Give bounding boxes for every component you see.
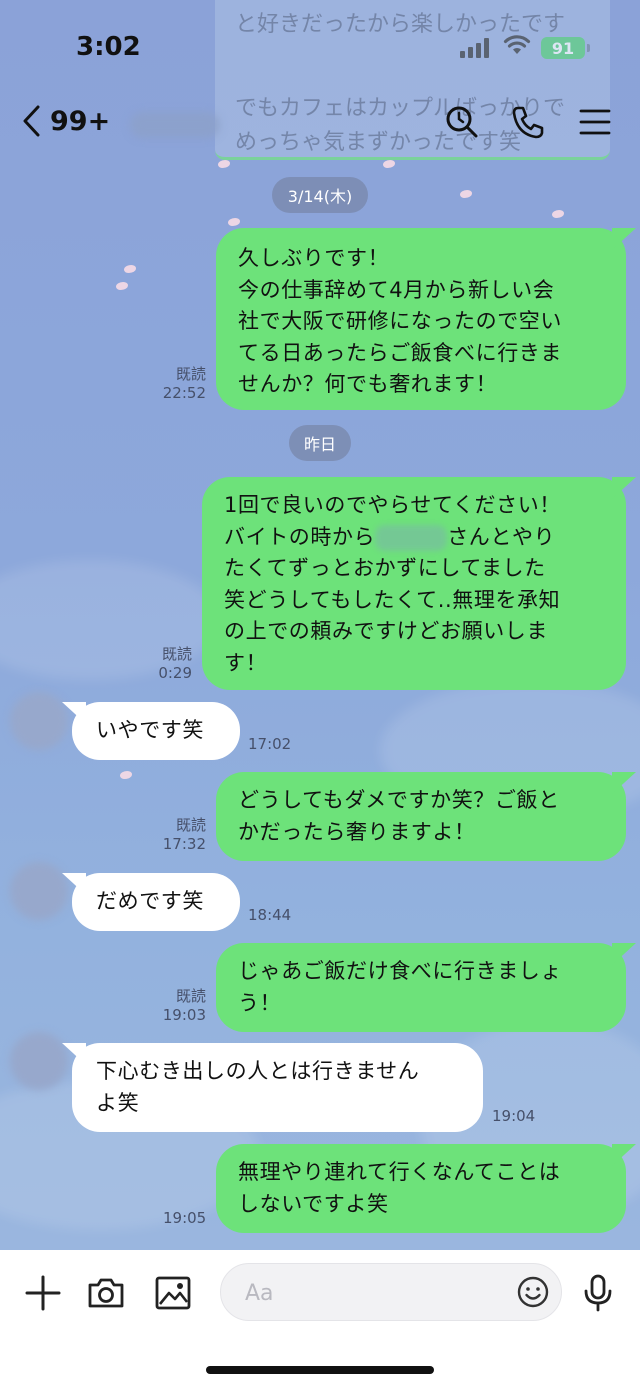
message-time: 17:32 — [162, 835, 206, 853]
emoji-icon[interactable] — [516, 1275, 550, 1309]
message-line: 1回で良いのでやらせてください！ — [224, 493, 561, 517]
message-line: てる日あったらご飯食べに行きま — [238, 340, 562, 365]
message-time: 18:44 — [248, 906, 292, 924]
camera-icon[interactable] — [85, 1272, 127, 1314]
message-line: かだったら奢りますよ！ — [238, 819, 476, 844]
incoming-message[interactable]: だめです笑 — [72, 873, 240, 931]
chevron-left-icon — [23, 105, 40, 137]
outgoing-message[interactable]: じゃあご飯だけ食べに行きましょ う！ — [216, 943, 626, 1032]
message-time: 19:04 — [492, 1107, 536, 1125]
read-receipt: 既読 — [175, 816, 206, 834]
message-text: さんとやり — [447, 524, 556, 549]
message-line: よ笑 — [96, 1090, 140, 1115]
phone-icon[interactable] — [508, 102, 548, 142]
image-icon[interactable] — [152, 1272, 194, 1314]
message-time: 0:29 — [158, 664, 192, 682]
plus-icon[interactable] — [22, 1272, 64, 1314]
outgoing-message[interactable]: どうしてもダメですか笑？ご飯と かだったら奢りますよ！ — [216, 772, 626, 861]
outgoing-message[interactable]: 1回で良いのでやらせてください！ バイトの時から さんとやり たくてずっとおかずに… — [202, 477, 626, 690]
message-input[interactable] — [245, 1278, 505, 1308]
message-meta: 既読 22:52 — [140, 365, 206, 403]
message-text: だめです笑 — [96, 889, 204, 913]
pinned-message-preview: と好きだったから楽しかったです でもカフェはカップルばっかりで めっちゃ気まずか… — [215, 0, 610, 160]
message-line: 今の仕事辞めて4月から新しい会 — [238, 277, 555, 302]
message-meta: 既読 0:29 — [140, 645, 192, 683]
message-time: 19:03 — [162, 1006, 206, 1024]
incoming-message[interactable]: いやです笑 — [72, 702, 240, 760]
menu-icon[interactable] — [575, 102, 615, 142]
avatar[interactable] — [10, 692, 68, 750]
home-indicator — [206, 1366, 434, 1374]
message-text: バイトの時から — [224, 524, 376, 549]
message-field[interactable] — [220, 1263, 562, 1321]
message-line: 久しぶりです！ — [238, 246, 390, 270]
date-separator: 3/14(木) — [272, 177, 368, 213]
chat-header: と好きだったから楽しかったです でもカフェはカップルばっかりで めっちゃ気まずか… — [0, 0, 640, 160]
date-separator: 昨日 — [289, 425, 351, 461]
message-line: の上での頼みですけどお願いしま — [224, 619, 548, 643]
message-line: う！ — [238, 990, 282, 1015]
message-line: 社で大阪で研修になったので空い — [238, 309, 562, 333]
message-line: どうしてもダメですか笑？ご飯と — [238, 788, 560, 812]
search-icon[interactable] — [442, 102, 482, 142]
avatar[interactable] — [10, 1032, 68, 1090]
message-time: 19:05 — [163, 1209, 207, 1227]
message-line: 笑どうしてもしたくて..無理を承知 — [224, 587, 561, 612]
outgoing-message[interactable]: 無理やり連れて行くなんてことは しないですよ笑 — [216, 1144, 626, 1233]
message-text: いやです笑 — [96, 718, 204, 742]
message-line: 無理やり連れて行くなんてことは — [238, 1160, 561, 1184]
pinned-line: でもカフェはカップルばっかりで — [235, 96, 566, 121]
message-meta: 既読 19:03 — [140, 987, 206, 1025]
message-line: たくてずっとおかずにしてました — [224, 556, 546, 580]
read-receipt: 既読 — [161, 645, 192, 663]
pinned-line: めっちゃ気まずかったです笑 — [235, 130, 522, 155]
message-time: 17:02 — [248, 735, 292, 753]
status-time: 3:02 — [76, 32, 141, 62]
message-line: せんか？何でも奢れます！ — [238, 372, 498, 396]
message-line: じゃあご飯だけ食べに行きましょ — [238, 959, 562, 983]
message-meta: 既読 17:32 — [140, 816, 206, 854]
message-input-bar — [0, 1250, 640, 1387]
message-line: 下心むき出しの人とは行きません — [96, 1059, 420, 1083]
avatar[interactable] — [10, 862, 68, 920]
unread-count: 99+ — [50, 105, 111, 137]
message-time: 22:52 — [162, 384, 206, 402]
read-receipt: 既読 — [175, 365, 206, 383]
redacted-name — [375, 524, 448, 551]
message-line: しないですよ笑 — [238, 1191, 389, 1216]
contact-name-redacted — [130, 112, 220, 138]
microphone-icon[interactable] — [577, 1272, 619, 1314]
outgoing-message[interactable]: 久しぶりです！ 今の仕事辞めて4月から新しい会 社で大阪で研修になったので空い … — [216, 228, 626, 410]
message-line: バイトの時から さんとやり — [224, 522, 604, 554]
read-receipt: 既読 — [175, 987, 206, 1005]
incoming-message[interactable]: 下心むき出しの人とは行きません よ笑 — [72, 1043, 483, 1132]
back-button[interactable]: 99+ — [20, 104, 110, 138]
pinned-line: と好きだったから楽しかったです — [235, 12, 566, 37]
message-line: す！ — [224, 650, 268, 675]
